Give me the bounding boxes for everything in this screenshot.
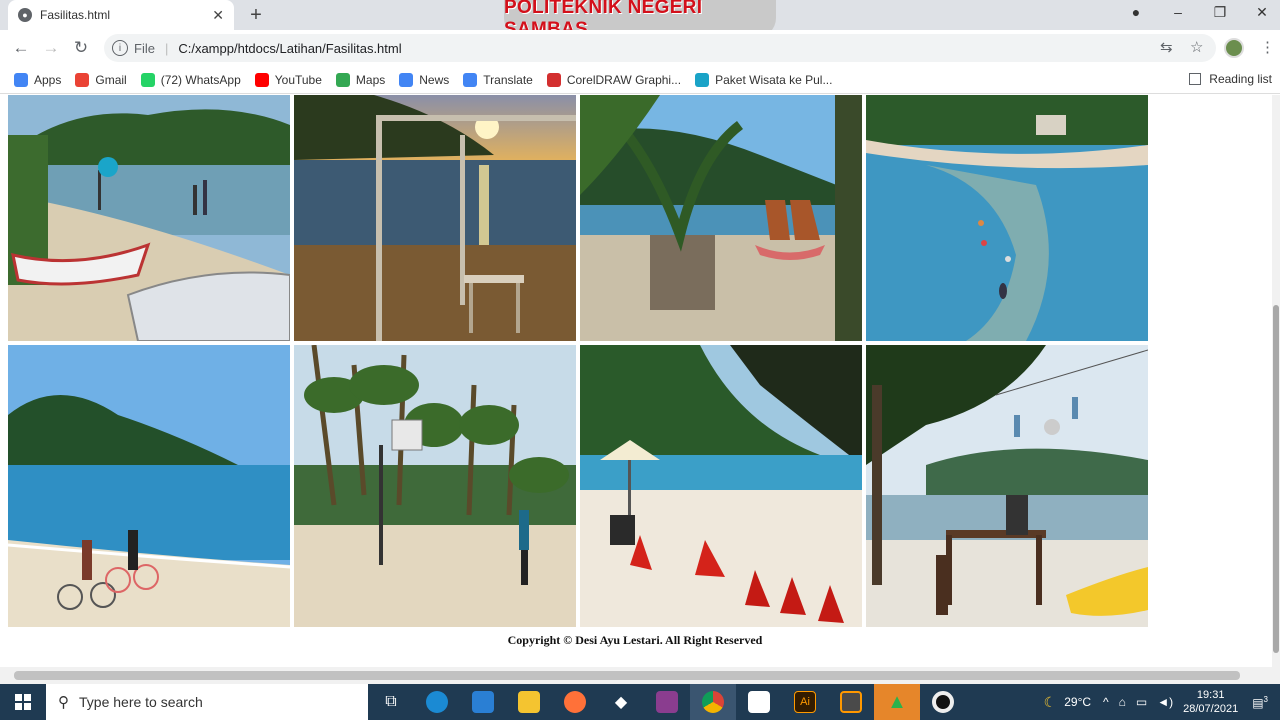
url-separator: | <box>164 40 169 56</box>
bookmark-label: (72) WhatsApp <box>160 72 241 87</box>
network-icon[interactable]: ⌂ <box>1119 695 1126 709</box>
file-explorer-icon[interactable] <box>506 684 552 720</box>
browser-tab[interactable]: ● Fasilitas.html ✕ <box>8 0 234 30</box>
close-window-button[interactable]: ✕ <box>1252 4 1272 21</box>
notification-count: 3 <box>1263 694 1268 704</box>
bookmark-icon <box>254 72 269 87</box>
photo-beach-cafe <box>866 345 1148 627</box>
bookmarks-bar: Apps Gmail (72) WhatsApp YouTube Maps News Tra… <box>0 66 1280 94</box>
reading-list-button[interactable]: Reading list <box>1189 72 1272 86</box>
profile-menu-icon[interactable]: ● <box>1126 4 1146 20</box>
camtasia-icon[interactable]: ▲ <box>874 684 920 720</box>
gallery-grid <box>8 95 1148 627</box>
bookmark-icon <box>695 72 710 87</box>
weather-temp[interactable]: 29°C <box>1064 695 1091 709</box>
bookmark-item[interactable]: Paket Wisata ke Pul... <box>695 72 833 87</box>
amazon-icon[interactable] <box>736 684 782 720</box>
reload-icon[interactable]: ↻ <box>66 38 96 58</box>
bookmark-item[interactable]: (72) WhatsApp <box>140 72 241 87</box>
new-tab-button[interactable]: + <box>246 4 266 27</box>
bookmark-item[interactable]: News <box>399 72 450 87</box>
horizontal-scrollbar[interactable] <box>0 667 1280 684</box>
taskbar-search[interactable]: ⚲ Type here to search <box>46 684 368 720</box>
bookmark-item[interactable]: Translate <box>463 72 533 87</box>
bookmark-icon <box>14 72 28 87</box>
bookmark-icon <box>546 72 561 87</box>
system-tray: ☾ 29°C ^ ⌂ ▭ ◄) 19:31 28/07/2021 ▤3 <box>1044 684 1280 720</box>
page-content: Copyright © Desi Ayu Lestari. All Right … <box>0 95 1272 667</box>
bookmark-item[interactable]: YouTube <box>254 72 322 87</box>
sublime-icon[interactable] <box>828 684 874 720</box>
photo-beach-chairs <box>580 95 862 341</box>
bookmark-label: YouTube <box>274 72 322 87</box>
address-bar[interactable]: i File | C:/xampp/htdocs/Latihan/Fasilit… <box>104 34 1216 62</box>
copyright-text: Copyright © Desi Ayu Lestari. All Right … <box>507 633 763 647</box>
firefox-icon[interactable] <box>552 684 598 720</box>
photo-aerial-lagoon <box>866 95 1148 341</box>
recorder-icon[interactable] <box>920 684 966 720</box>
url-text: C:/xampp/htdocs/Latihan/Fasilitas.html <box>178 40 402 56</box>
bookmark-label: Maps <box>355 72 386 87</box>
tab-title: Fasilitas.html <box>40 8 111 22</box>
bookmark-item[interactable]: CorelDRAW Graphi... <box>546 72 682 87</box>
globe-icon: ● <box>18 8 32 22</box>
photo-beach-basketball <box>294 345 576 627</box>
forward-icon[interactable]: → <box>36 38 66 58</box>
bookmark-item[interactable]: Maps <box>335 72 386 87</box>
photo-beach-bicycles <box>8 345 290 627</box>
bookmark-icon <box>75 72 90 87</box>
bookmark-icon <box>399 72 414 87</box>
bookmark-icon <box>335 72 350 87</box>
dropbox-icon[interactable]: ◆ <box>598 684 644 720</box>
translate-icon[interactable]: ⇆ <box>1160 38 1173 56</box>
mail-icon[interactable] <box>460 684 506 720</box>
weather-icon[interactable]: ☾ <box>1044 694 1057 711</box>
search-icon: ⚲ <box>58 694 69 711</box>
bookmark-label: Apps <box>34 72 62 87</box>
time-text: 19:31 <box>1196 689 1225 701</box>
illustrator-icon[interactable]: Ai <box>782 684 828 720</box>
bookmark-label: CorelDRAW Graphi... <box>566 72 682 87</box>
winrar-icon[interactable] <box>644 684 690 720</box>
photo-beach-beanbags <box>580 345 862 627</box>
vertical-scrollbar[interactable] <box>1272 95 1280 667</box>
search-placeholder: Type here to search <box>79 694 203 710</box>
bookmark-label: Gmail <box>95 72 127 87</box>
date-text: 28/07/2021 <box>1183 703 1239 715</box>
bookmark-label: News <box>419 72 450 87</box>
maximize-button[interactable]: ❐ <box>1210 4 1230 21</box>
chrome-icon[interactable] <box>690 684 736 720</box>
edge-icon[interactable] <box>414 684 460 720</box>
bookmark-item[interactable]: Apps <box>14 72 62 87</box>
close-tab-icon[interactable]: ✕ <box>212 7 224 24</box>
bookmark-label: Paket Wisata ke Pul... <box>715 72 833 87</box>
photo-beach-boats <box>8 95 290 341</box>
menu-icon[interactable]: ⋮ <box>1260 38 1275 56</box>
chevron-up-icon[interactable]: ^ <box>1103 695 1109 709</box>
battery-icon[interactable]: ▭ <box>1136 695 1147 709</box>
bookmark-label: Translate <box>483 72 533 87</box>
photo-beach-sunset <box>294 95 576 341</box>
bookmark-icon <box>140 72 155 87</box>
browser-toolbar: ← → ↻ i File | C:/xampp/htdocs/Latihan/F… <box>0 30 1280 66</box>
avatar[interactable] <box>1224 38 1244 58</box>
bookmark-item[interactable]: Gmail <box>75 72 127 87</box>
clock[interactable]: 19:31 28/07/2021 <box>1183 688 1238 716</box>
bookmark-icon <box>463 72 478 87</box>
back-icon[interactable]: ← <box>6 38 36 58</box>
url-scheme: File <box>134 40 155 56</box>
reading-list-label: Reading list <box>1209 72 1272 86</box>
windows-start-icon[interactable] <box>0 684 46 720</box>
bookmark-star-icon[interactable]: ☆ <box>1190 38 1203 56</box>
minimize-button[interactable]: – <box>1168 4 1188 20</box>
reading-list-icon <box>1189 73 1202 85</box>
notification-icon[interactable]: ▤3 <box>1252 695 1268 710</box>
volume-icon[interactable]: ◄) <box>1157 695 1173 709</box>
info-icon[interactable]: i <box>112 40 128 56</box>
taskbar: ⚲ Type here to search ⧉ ◆ Ai ▲ ☾ 29°C ^ … <box>0 684 1280 720</box>
task-view-icon[interactable]: ⧉ <box>368 684 414 720</box>
